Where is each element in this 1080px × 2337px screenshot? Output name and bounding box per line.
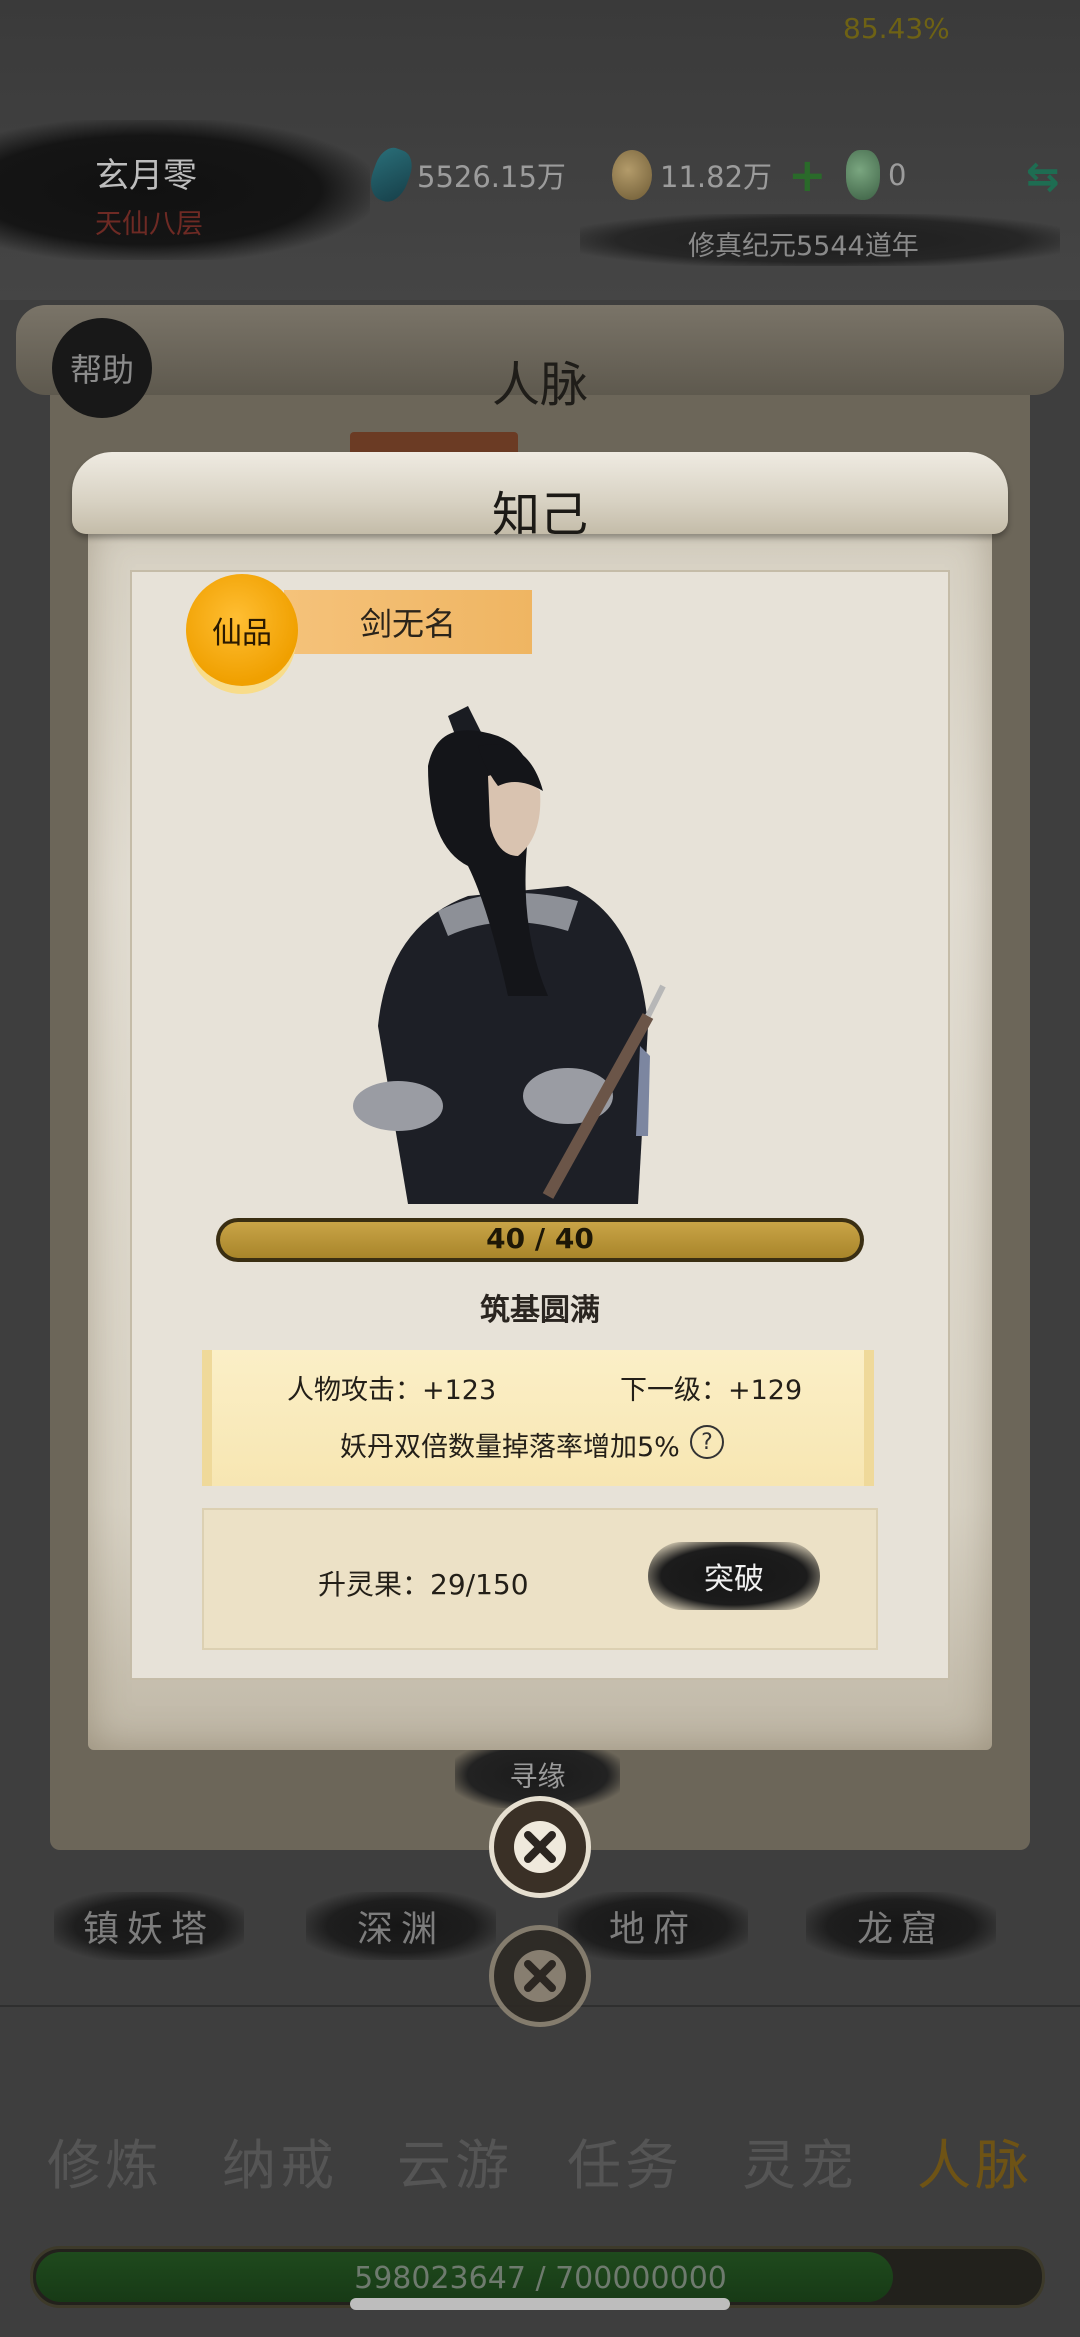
dialog-title: 知己 — [491, 487, 588, 543]
spirit-stone-value: 5526.15万 — [417, 160, 566, 194]
companion-name: 剑无名 — [284, 590, 532, 654]
upgrade-fruit-count: 升灵果：29/150 — [318, 1568, 529, 1601]
player-name[interactable]: 玄月零 — [95, 148, 197, 197]
nav-spirit-pet[interactable]: 灵宠 — [715, 2120, 885, 2200]
cultivation-progress-text: 598023647 / 700000000 — [354, 2261, 727, 2296]
era-text: 修真纪元5544道年 — [688, 231, 919, 262]
close-background-button[interactable] — [489, 1925, 591, 2027]
close-dialog-button[interactable] — [489, 1796, 591, 1898]
companion-portrait — [353, 706, 666, 1204]
zone-underworld[interactable]: 地府 — [558, 1892, 748, 1960]
close-icon — [514, 1950, 566, 2002]
close-icon — [514, 1821, 566, 1873]
zone-abyss[interactable]: 深渊 — [306, 1892, 496, 1960]
jade-gourd-icon — [846, 150, 880, 200]
level-progress-text: 40 / 40 — [486, 1222, 594, 1255]
jade-value: 0 — [888, 158, 907, 192]
spirit-stone-icon — [364, 143, 418, 207]
zone-demon-tower[interactable]: 镇妖塔 — [54, 1892, 244, 1960]
player-realm: 天仙八层 — [95, 209, 203, 240]
gold-counter: 11.82万 — [612, 150, 773, 200]
background-panel-title: 人脉 — [491, 357, 588, 413]
stat-next-level: 下一级：+129 — [620, 1375, 803, 1406]
companion-realm: 筑基圆满 — [480, 1293, 600, 1328]
stat-effect: 妖丹双倍数量掉落率增加5% — [340, 1432, 680, 1463]
gold-value: 11.82万 — [660, 160, 773, 194]
nav-connections[interactable]: 人脉 — [890, 2120, 1060, 2200]
gold-pouch-icon — [612, 150, 652, 200]
nav-travel[interactable]: 云游 — [370, 2120, 540, 2200]
spirit-stone-counter: 5526.15万 — [364, 143, 566, 207]
cultivation-progress-percent: 85.43% — [843, 12, 950, 45]
swap-icon[interactable]: ⇆ — [1026, 154, 1060, 200]
effect-help-icon[interactable]: ? — [690, 1425, 724, 1459]
bottom-nav: 修炼 纳戒 云游 任务 灵宠 人脉 — [0, 2120, 1080, 2200]
nav-tasks[interactable]: 任务 — [540, 2120, 710, 2200]
grade-badge: 仙品 — [186, 574, 298, 686]
zone-dragon-cave[interactable]: 龙窟 — [806, 1892, 996, 1960]
stat-attack: 人物攻击：+123 — [287, 1375, 497, 1406]
breakthrough-button[interactable]: 突破 — [648, 1542, 820, 1610]
add-currency-button[interactable]: + — [788, 148, 827, 202]
nav-cultivate[interactable]: 修炼 — [20, 2120, 190, 2200]
jade-counter: 0 — [846, 150, 907, 200]
nav-storage-ring[interactable]: 纳戒 — [195, 2120, 365, 2200]
home-indicator[interactable] — [350, 2298, 730, 2310]
